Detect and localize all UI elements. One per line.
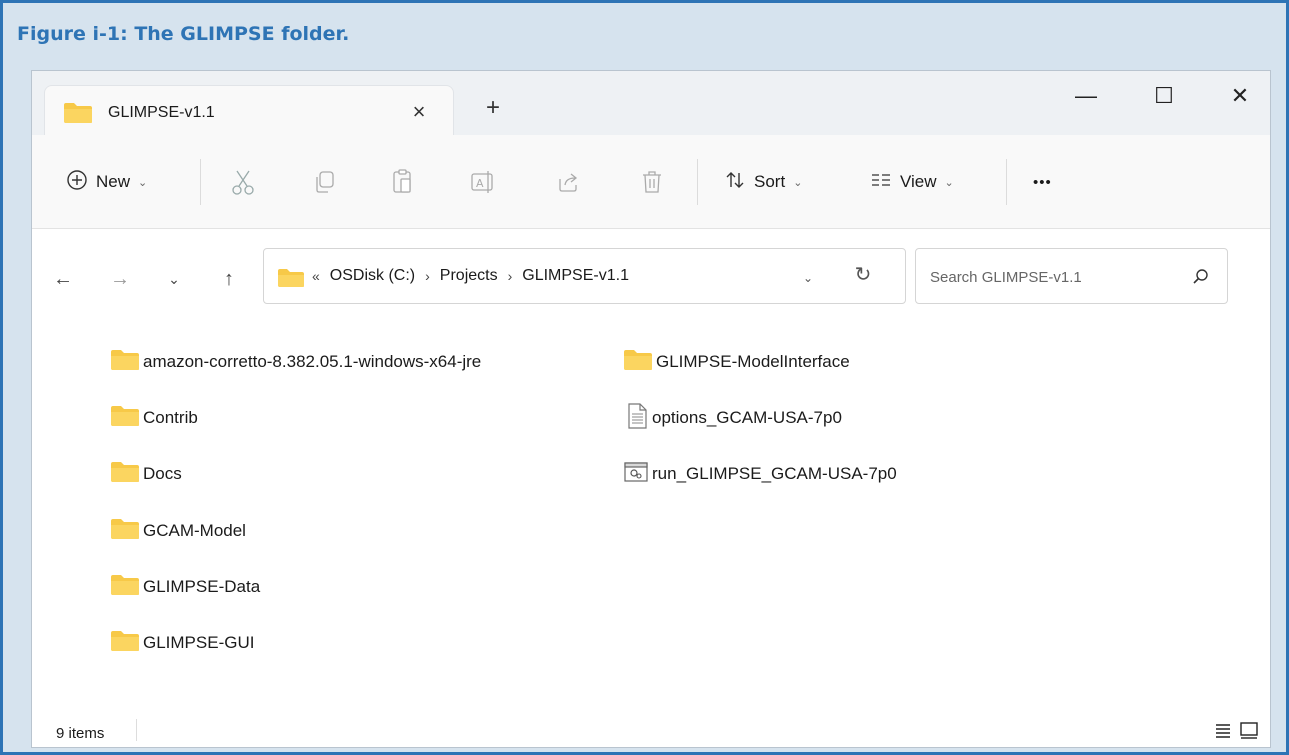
title-bar: GLIMPSE-v1.1 × + — ☐ ✕: [32, 71, 1270, 137]
view-button[interactable]: View ⌄: [870, 165, 954, 199]
close-window-button[interactable]: ✕: [1220, 81, 1260, 111]
large-icons-view-icon[interactable]: [1239, 721, 1259, 744]
plus-circle-icon: [66, 169, 88, 196]
list-item[interactable]: GCAM-Model: [110, 516, 246, 546]
batch-file-icon: [623, 460, 649, 489]
item-name: GCAM-Model: [143, 521, 246, 540]
folder-icon: [110, 461, 140, 488]
breadcrumb-osdisk[interactable]: OSDisk (C:): [330, 267, 415, 285]
item-name: GLIMPSE-GUI: [143, 633, 255, 652]
tab-glimpse[interactable]: GLIMPSE-v1.1 ×: [44, 85, 454, 137]
list-item[interactable]: Contrib: [110, 403, 198, 433]
toolbar-divider: [697, 159, 698, 205]
maximize-button[interactable]: ☐: [1144, 81, 1184, 111]
breadcrumb-separator[interactable]: ›: [425, 268, 430, 284]
status-divider: [136, 719, 137, 741]
sort-icon: [724, 169, 746, 196]
item-name: amazon-corretto-8.382.05.1-windows-x64-j…: [143, 352, 482, 371]
figure-frame: Figure i-1: The GLIMPSE folder. GLIMPSE-…: [0, 0, 1289, 755]
folder-icon: [110, 574, 140, 601]
item-name: options_GCAM-USA-7p0: [652, 408, 842, 427]
svg-text:A: A: [476, 177, 484, 190]
search-input[interactable]: [930, 267, 1180, 287]
address-bar[interactable]: « OSDisk (C:) › Projects › GLIMPSE-v1.1 …: [263, 248, 906, 304]
search-box[interactable]: [915, 248, 1228, 304]
list-item[interactable]: GLIMPSE-ModelInterface: [623, 347, 850, 377]
status-bar: 9 items: [32, 711, 1270, 747]
list-item[interactable]: Docs: [110, 459, 182, 489]
chevron-down-icon: ⌄: [944, 176, 954, 189]
sort-label: Sort: [754, 172, 786, 191]
breadcrumb-glimpse[interactable]: GLIMPSE-v1.1: [522, 267, 629, 285]
rename-icon[interactable]: A: [468, 167, 498, 197]
recent-locations-button[interactable]: ⌄: [160, 265, 188, 293]
new-button[interactable]: New ⌄: [66, 165, 147, 199]
toolbar-divider: [1006, 159, 1007, 205]
new-label: New: [96, 172, 131, 191]
folder-icon: [623, 349, 653, 376]
paste-icon[interactable]: [388, 167, 418, 197]
list-item[interactable]: amazon-corretto-8.382.05.1-windows-x64-j…: [110, 347, 481, 377]
breadcrumb-overflow[interactable]: «: [312, 268, 320, 284]
folder-icon: [110, 349, 140, 376]
folder-icon: [110, 405, 140, 432]
list-item[interactable]: GLIMPSE-GUI: [110, 628, 254, 658]
chevron-down-icon: ⌄: [793, 176, 803, 189]
copy-icon[interactable]: [310, 167, 340, 197]
chevron-down-icon: ⌄: [138, 176, 148, 189]
item-name: GLIMPSE-Data: [143, 577, 261, 596]
tab-title: GLIMPSE-v1.1: [108, 104, 215, 121]
folder-icon: [63, 102, 93, 129]
command-bar: New ⌄ A Sort ⌄ View ⌄ •••: [32, 135, 1270, 229]
sort-button[interactable]: Sort ⌄: [724, 165, 802, 199]
item-count: 9 items: [56, 725, 105, 742]
toolbar-divider: [200, 159, 201, 205]
more-options-button[interactable]: •••: [1033, 165, 1052, 199]
file-list: amazon-corretto-8.382.05.1-windows-x64-j…: [32, 311, 1270, 711]
refresh-icon[interactable]: ↻: [850, 262, 876, 288]
new-tab-button[interactable]: +: [480, 95, 506, 121]
item-name: Docs: [143, 464, 182, 483]
forward-button[interactable]: →: [106, 265, 134, 293]
breadcrumb-projects[interactable]: Projects: [440, 267, 498, 285]
file-explorer-window: GLIMPSE-v1.1 × + — ☐ ✕ New ⌄ A Sort ⌄ Vi…: [31, 70, 1271, 748]
chevron-down-icon[interactable]: ⌄: [797, 267, 819, 289]
search-icon[interactable]: [1192, 268, 1210, 291]
up-button[interactable]: ↑: [215, 265, 243, 293]
list-item[interactable]: GLIMPSE-Data: [110, 572, 260, 602]
navigation-bar: ← → ⌄ ↑ « OSDisk (C:) › Projects › GLIMP…: [32, 229, 1270, 311]
item-name: run_GLIMPSE_GCAM-USA-7p0: [652, 464, 897, 483]
item-name: GLIMPSE-ModelInterface: [656, 352, 850, 371]
folder-icon: [277, 268, 305, 293]
view-label: View: [900, 172, 937, 191]
view-icon: [870, 169, 892, 196]
breadcrumb: « OSDisk (C:) › Projects › GLIMPSE-v1.1: [312, 267, 629, 285]
delete-icon[interactable]: [637, 167, 667, 197]
folder-icon: [110, 630, 140, 657]
cut-icon[interactable]: [228, 167, 258, 197]
list-item[interactable]: options_GCAM-USA-7p0: [625, 402, 842, 434]
figure-caption: Figure i-1: The GLIMPSE folder.: [17, 23, 350, 45]
breadcrumb-separator[interactable]: ›: [508, 268, 513, 284]
text-file-icon: [625, 402, 649, 434]
share-icon[interactable]: [554, 167, 584, 197]
item-name: Contrib: [143, 408, 198, 427]
close-tab-icon[interactable]: ×: [405, 98, 433, 126]
folder-icon: [110, 518, 140, 545]
details-view-icon[interactable]: [1214, 721, 1232, 744]
minimize-button[interactable]: —: [1066, 81, 1106, 111]
list-item[interactable]: run_GLIMPSE_GCAM-USA-7p0: [623, 459, 897, 489]
back-button[interactable]: ←: [49, 265, 77, 293]
